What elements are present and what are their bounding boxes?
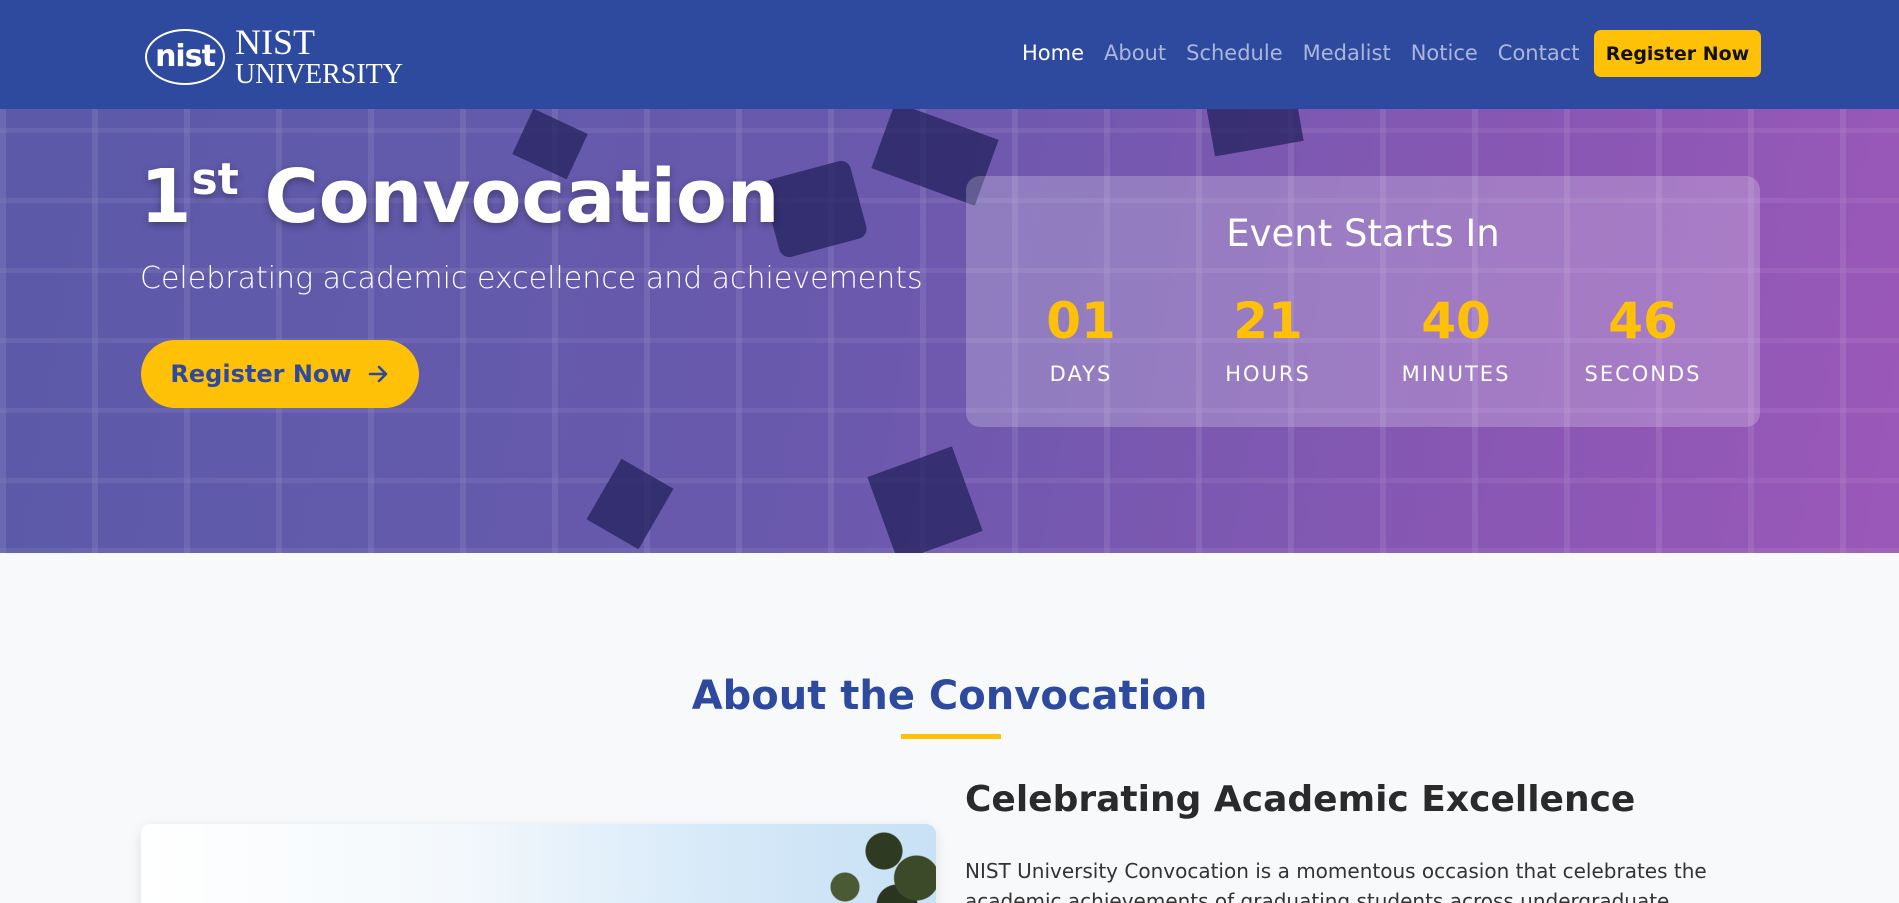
hero-title-number: 1 bbox=[140, 154, 192, 240]
nav-register-button[interactable]: Register Now bbox=[1594, 30, 1761, 77]
about-heading-underline bbox=[901, 734, 1001, 739]
hero-title-suffix: st bbox=[191, 154, 239, 205]
university-logo[interactable]: nist NIST UNIVERSITY bbox=[145, 24, 403, 89]
logo-emblem: nist bbox=[145, 28, 225, 85]
logo-wordmark: NIST UNIVERSITY bbox=[235, 24, 403, 89]
countdown-title: Event Starts In bbox=[1226, 212, 1500, 255]
about-paragraph: NIST University Convocation is a momento… bbox=[965, 859, 1707, 903]
hero-register-label: Register Now bbox=[170, 360, 352, 388]
logo-name-line2: UNIVERSITY bbox=[235, 59, 403, 90]
nav-notice[interactable]: Notice bbox=[1411, 41, 1478, 65]
countdown-minutes-value: 40 bbox=[1421, 292, 1491, 350]
countdown-days: 01 DAYS bbox=[991, 292, 1171, 386]
countdown-hours-label: HOURS bbox=[1225, 362, 1311, 386]
about-campus-image bbox=[141, 824, 936, 903]
navbar: nist NIST UNIVERSITY Home About Schedule… bbox=[0, 0, 1899, 109]
countdown-seconds-label: SECONDS bbox=[1584, 362, 1702, 386]
countdown-days-value: 01 bbox=[1046, 292, 1116, 350]
about-heading: About the Convocation bbox=[691, 673, 1208, 719]
countdown-minutes-label: MINUTES bbox=[1401, 362, 1511, 386]
countdown-seconds-value: 46 bbox=[1608, 292, 1678, 350]
tree-foliage-shape bbox=[806, 824, 936, 903]
countdown-days-label: DAYS bbox=[1049, 362, 1113, 386]
nav-medalist[interactable]: Medalist bbox=[1303, 41, 1391, 65]
about-subheading: Celebrating Academic Excellence bbox=[965, 779, 1636, 820]
countdown-hours: 21 HOURS bbox=[1178, 292, 1358, 386]
nav-about[interactable]: About bbox=[1104, 41, 1166, 65]
hero-title: 1st Convocation bbox=[140, 154, 779, 240]
countdown-panel: Event Starts In 01 DAYS 21 HOURS 40 MINU… bbox=[966, 176, 1760, 427]
logo-name-line1: NIST bbox=[235, 22, 315, 62]
hero-register-button[interactable]: Register Now bbox=[141, 340, 419, 408]
nav-contact[interactable]: Contact bbox=[1498, 41, 1580, 65]
countdown-seconds: 46 SECONDS bbox=[1553, 292, 1733, 386]
nav-schedule[interactable]: Schedule bbox=[1186, 41, 1283, 65]
hero-subtitle: Celebrating academic excellence and achi… bbox=[140, 261, 923, 296]
arrow-right-icon bbox=[368, 365, 387, 383]
hero-section: 1st Convocation Celebrating academic exc… bbox=[0, 109, 1899, 553]
nav-menu: Home About Schedule Medalist Notice Cont… bbox=[1022, 41, 1580, 65]
nav-home[interactable]: Home bbox=[1022, 41, 1084, 65]
countdown-minutes: 40 MINUTES bbox=[1366, 292, 1546, 386]
countdown-hours-value: 21 bbox=[1233, 292, 1303, 350]
hero-title-word: Convocation bbox=[264, 154, 780, 240]
